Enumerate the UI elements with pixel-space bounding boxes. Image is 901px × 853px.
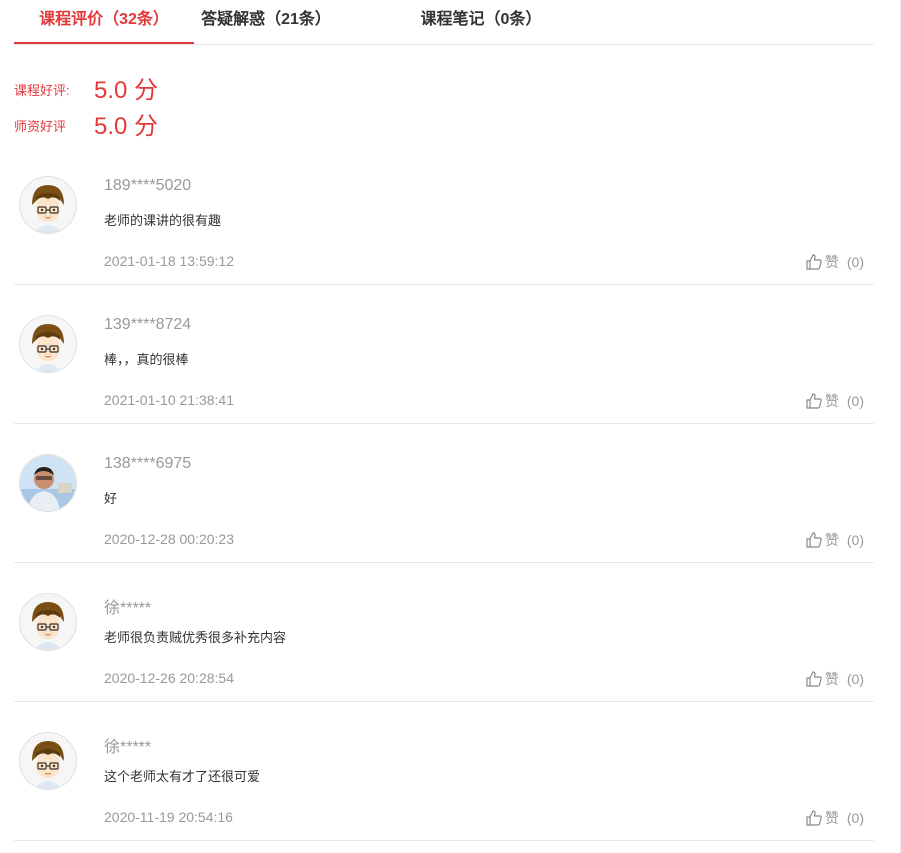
teacher-rating-row: 师资好评 5.0 分	[14, 106, 314, 142]
comment-time: 2021-01-18 13:59:12	[104, 253, 234, 269]
comment-item: 徐***** 这个老师太有才了还很可爱 2020-11-19 20:54:16 …	[14, 702, 874, 841]
comment-username: 徐*****	[104, 739, 152, 756]
like-label: 赞	[824, 671, 839, 687]
cartoon-boy-avatar-icon	[20, 316, 76, 372]
comment-time: 2020-11-19 20:54:16	[104, 809, 233, 825]
like-count: (0)	[846, 671, 864, 687]
thumbs-up-icon	[806, 393, 822, 409]
teacher-rating-value: 5.0 分	[94, 113, 159, 140]
tab-course-notes[interactable]: 课程笔记（0条）	[396, 0, 566, 42]
thumbs-up-icon	[806, 532, 822, 548]
like-count: (0)	[846, 532, 864, 548]
rating-summary: 课程好评: 5.0 分 师资好评 5.0 分	[14, 70, 314, 142]
like-button[interactable]: 赞 (0)	[805, 530, 864, 550]
thumbs-up-icon	[806, 254, 822, 270]
cartoon-boy-avatar-icon	[20, 177, 76, 233]
comment-item: 138****6975 好 2020-12-28 00:20:23 赞 (0)	[14, 424, 874, 563]
like-button[interactable]: 赞 (0)	[805, 808, 864, 828]
comment-time: 2021-01-10 21:38:41	[104, 392, 234, 408]
comment-item: 189****5020 老师的课讲的很有趣 2021-01-18 13:59:1…	[14, 146, 874, 285]
cartoon-boy-avatar-icon	[20, 733, 76, 789]
comment-time: 2020-12-26 20:28:54	[104, 670, 234, 686]
tab-bar: 课程评价（32条） 答疑解惑（21条） 课程笔记（0条）	[14, 0, 874, 45]
avatar	[19, 176, 77, 234]
comment-time: 2020-12-28 00:20:23	[104, 531, 234, 547]
like-label: 赞	[824, 810, 839, 826]
like-label: 赞	[824, 254, 839, 270]
user-photo-avatar-icon	[20, 455, 76, 511]
comment-username: 徐*****	[104, 600, 152, 617]
like-button[interactable]: 赞 (0)	[805, 391, 864, 411]
comment-text: 好	[104, 491, 118, 506]
thumbs-up-icon	[806, 671, 822, 687]
course-rating-label: 课程好评:	[14, 83, 70, 98]
comment-text: 老师很负责贼优秀很多补充内容	[104, 630, 287, 645]
avatar	[19, 454, 77, 512]
comment-username: 189****5020	[104, 177, 192, 194]
like-count: (0)	[846, 810, 864, 826]
comment-text: 棒，，真的很棒	[104, 352, 189, 367]
comment-text: 老师的课讲的很有趣	[104, 213, 222, 228]
like-label: 赞	[824, 393, 839, 409]
comment-username: 138****6975	[104, 455, 192, 472]
like-count: (0)	[846, 393, 864, 409]
like-count: (0)	[846, 254, 864, 270]
course-rating-value: 5.0 分	[94, 77, 159, 104]
avatar	[19, 732, 77, 790]
avatar	[19, 315, 77, 373]
teacher-rating-label: 师资好评	[14, 119, 67, 134]
course-detail-panel: 课程评价（32条） 答疑解惑（21条） 课程笔记（0条） 课程好评: 5.0 分…	[14, 0, 874, 841]
comment-item: 139****8724 棒，，真的很棒 2021-01-10 21:38:41 …	[14, 285, 874, 424]
tab-course-reviews[interactable]: 课程评价（32条）	[14, 0, 194, 44]
comment-list: 189****5020 老师的课讲的很有趣 2021-01-18 13:59:1…	[14, 146, 874, 841]
comment-username: 139****8724	[104, 316, 192, 333]
like-button[interactable]: 赞 (0)	[805, 669, 864, 689]
comment-item: 徐***** 老师很负责贼优秀很多补充内容 2020-12-26 20:28:5…	[14, 563, 874, 702]
course-rating-row: 课程好评: 5.0 分	[14, 70, 314, 106]
like-button[interactable]: 赞 (0)	[805, 252, 864, 272]
tab-qa[interactable]: 答疑解惑（21条）	[196, 0, 336, 42]
comment-text: 这个老师太有才了还很可爱	[104, 769, 261, 784]
thumbs-up-icon	[806, 810, 822, 826]
avatar	[19, 593, 77, 651]
like-label: 赞	[824, 532, 839, 548]
cartoon-boy-avatar-icon	[20, 594, 76, 650]
